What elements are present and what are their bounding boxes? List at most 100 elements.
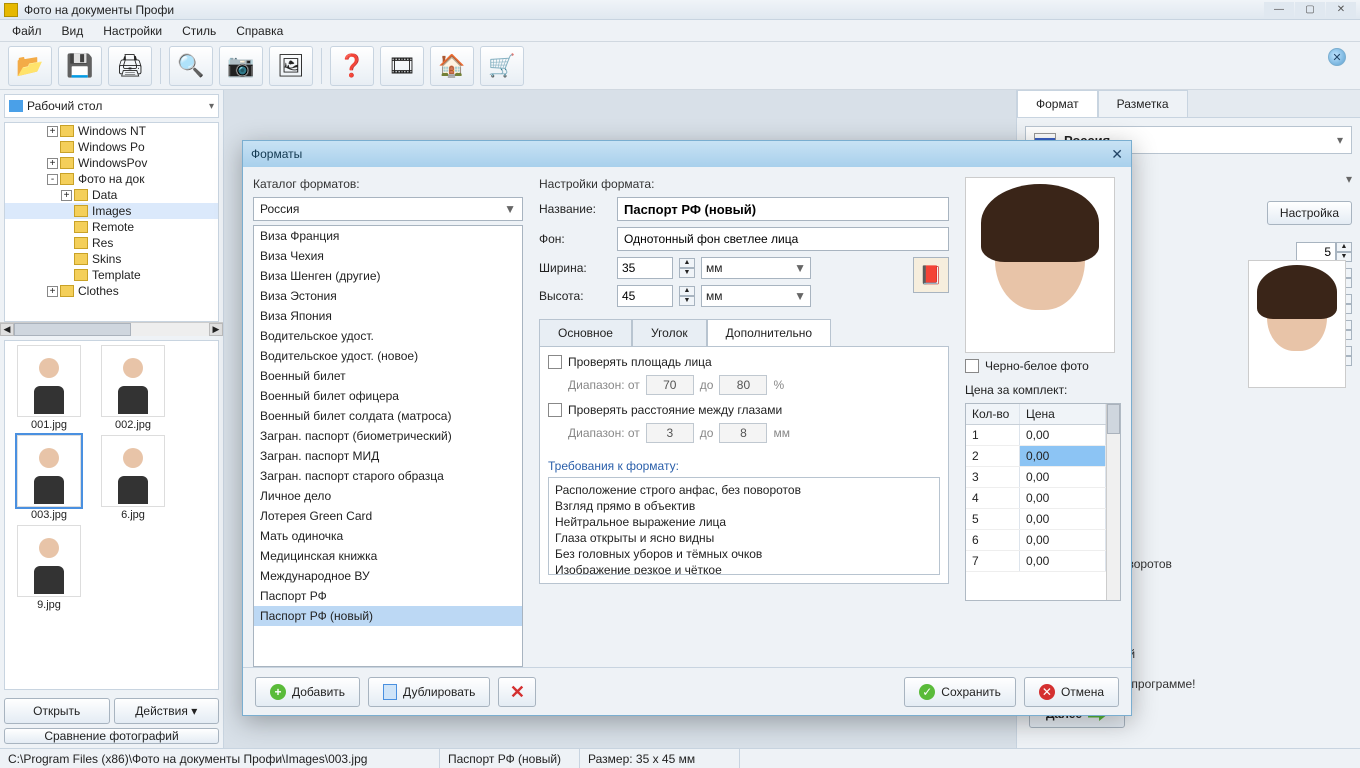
format-item[interactable]: Водительское удост. [254, 326, 522, 346]
close-preview-icon[interactable]: ✕ [1328, 48, 1346, 66]
scroll-thumb[interactable] [14, 323, 131, 336]
height-stepper[interactable]: ▲▼ [679, 286, 695, 306]
price-scrollbar[interactable] [1106, 404, 1120, 600]
name-input[interactable] [617, 197, 949, 221]
format-item[interactable]: Виза Чехия [254, 246, 522, 266]
chevron-up-icon[interactable]: ▲ [679, 258, 695, 268]
dialog-titlebar[interactable]: Форматы ✕ [243, 141, 1131, 167]
tree-item[interactable]: Template [5, 267, 218, 283]
price-row[interactable]: 40,00 [966, 488, 1106, 509]
width-stepper[interactable]: ▲▼ [679, 258, 695, 278]
close-button[interactable]: ✕ [1326, 2, 1356, 18]
tree-item[interactable]: Images [5, 203, 218, 219]
price-row[interactable]: 50,00 [966, 509, 1106, 530]
tab-format[interactable]: Формат [1017, 90, 1098, 117]
expand-icon[interactable]: + [47, 158, 58, 169]
width-input[interactable] [617, 257, 673, 279]
format-item[interactable]: Водительское удост. (новое) [254, 346, 522, 366]
dialog-close-icon[interactable]: ✕ [1111, 146, 1123, 163]
price-row[interactable]: 10,00 [966, 425, 1106, 446]
compare-button[interactable]: Сравнение фотографий [4, 728, 219, 744]
format-item[interactable]: Военный билет офицера [254, 386, 522, 406]
thumbnail[interactable]: 001.jpg [9, 345, 89, 431]
print-icon[interactable]: 🖨 [108, 46, 152, 86]
format-list[interactable]: Виза ФранцияВиза ЧехияВиза Шенген (други… [253, 225, 523, 667]
add-button[interactable]: +Добавить [255, 677, 360, 707]
check-face-area[interactable] [548, 355, 562, 369]
menu-view[interactable]: Вид [54, 22, 92, 40]
expand-icon[interactable]: + [47, 126, 58, 137]
thumbnail[interactable]: 6.jpg [93, 435, 173, 521]
tree-item[interactable]: Remote [5, 219, 218, 235]
tree-item[interactable]: Skins [5, 251, 218, 267]
expand-icon[interactable]: + [47, 286, 58, 297]
chevron-down-icon[interactable]: ▼ [679, 296, 695, 306]
thumbnail[interactable]: 9.jpg [9, 525, 89, 611]
price-row[interactable]: 30,00 [966, 467, 1106, 488]
gear-icon[interactable]: 🎞 [380, 46, 424, 86]
open-folder-icon[interactable]: 📂 [8, 46, 52, 86]
format-item[interactable]: Медицинская книжка [254, 546, 522, 566]
chevron-down-icon[interactable]: ▼ [679, 268, 695, 278]
minimize-button[interactable]: — [1264, 2, 1294, 18]
requirements-box[interactable]: Расположение строго анфас, без поворотов… [548, 477, 940, 575]
tree-item[interactable]: +Data [5, 187, 218, 203]
delete-button[interactable]: ✕ [498, 677, 536, 707]
tree-item[interactable]: Windows Po [5, 139, 218, 155]
tree-item[interactable]: +Windows NT [5, 123, 218, 139]
tree-scrollbar[interactable]: ◀ ▶ [0, 322, 223, 336]
format-item[interactable]: Лотерея Green Card [254, 506, 522, 526]
menu-help[interactable]: Справка [228, 22, 291, 40]
expand-icon[interactable]: - [47, 174, 58, 185]
subtab-corner[interactable]: Уголок [632, 319, 707, 346]
location-select[interactable]: Рабочий стол ▾ [4, 94, 219, 118]
tree-item[interactable]: Res [5, 235, 218, 251]
thumbnail[interactable]: 002.jpg [93, 345, 173, 431]
format-item[interactable]: Загран. паспорт старого образца [254, 466, 522, 486]
expand-icon[interactable]: + [61, 190, 72, 201]
format-item[interactable]: Мать одиночка [254, 526, 522, 546]
chevron-up-icon[interactable]: ▲ [1336, 242, 1352, 252]
scroll-thumb[interactable] [1107, 404, 1120, 434]
height-input[interactable] [617, 285, 673, 307]
format-item[interactable]: Загран. паспорт МИД [254, 446, 522, 466]
subtab-additional[interactable]: Дополнительно [707, 319, 831, 346]
price-row[interactable]: 60,00 [966, 530, 1106, 551]
maximize-button[interactable]: ▢ [1295, 2, 1325, 18]
format-item[interactable]: Международное ВУ [254, 566, 522, 586]
save-icon[interactable]: 💾 [58, 46, 102, 86]
height-unit-select[interactable]: мм▼ [701, 285, 811, 307]
param-input[interactable] [1296, 242, 1336, 262]
home-icon[interactable]: 🏠 [430, 46, 474, 86]
menu-file[interactable]: Файл [4, 22, 50, 40]
scroll-right-icon[interactable]: ▶ [209, 323, 223, 336]
search-photo-icon[interactable]: 🔍 [169, 46, 213, 86]
stepper[interactable]: ▲▼ [1336, 242, 1352, 262]
actions-button[interactable]: Действия ▾ [114, 698, 220, 724]
format-item[interactable]: Паспорт РФ (новый) [254, 606, 522, 626]
format-item[interactable]: Виза Эстония [254, 286, 522, 306]
camera-icon[interactable]: 📷 [219, 46, 263, 86]
format-item[interactable]: Загран. паспорт (биометрический) [254, 426, 522, 446]
catalog-country-select[interactable]: Россия ▼ [253, 197, 523, 221]
tree-item[interactable]: +WindowsPov [5, 155, 218, 171]
format-item[interactable]: Виза Япония [254, 306, 522, 326]
lock-ratio-button[interactable]: 📕 [913, 257, 949, 293]
help-icon[interactable]: ❓ [330, 46, 374, 86]
duplicate-button[interactable]: Дублировать [368, 677, 490, 707]
cancel-button[interactable]: ✕Отмена [1024, 677, 1119, 707]
scroll-track[interactable] [14, 323, 209, 336]
width-unit-select[interactable]: мм▼ [701, 257, 811, 279]
format-item[interactable]: Военный билет [254, 366, 522, 386]
menu-settings[interactable]: Настройки [95, 22, 170, 40]
save-button[interactable]: ✓Сохранить [904, 677, 1016, 707]
check-bw[interactable] [965, 359, 979, 373]
menu-style[interactable]: Стиль [174, 22, 224, 40]
cart-icon[interactable]: 🛒 [480, 46, 524, 86]
subtab-main[interactable]: Основное [539, 319, 632, 346]
tree-item[interactable]: +Clothes [5, 283, 218, 299]
format-item[interactable]: Личное дело [254, 486, 522, 506]
tab-layout[interactable]: Разметка [1098, 90, 1188, 117]
price-row[interactable]: 20,00 [966, 446, 1106, 467]
price-row[interactable]: 70,00 [966, 551, 1106, 572]
